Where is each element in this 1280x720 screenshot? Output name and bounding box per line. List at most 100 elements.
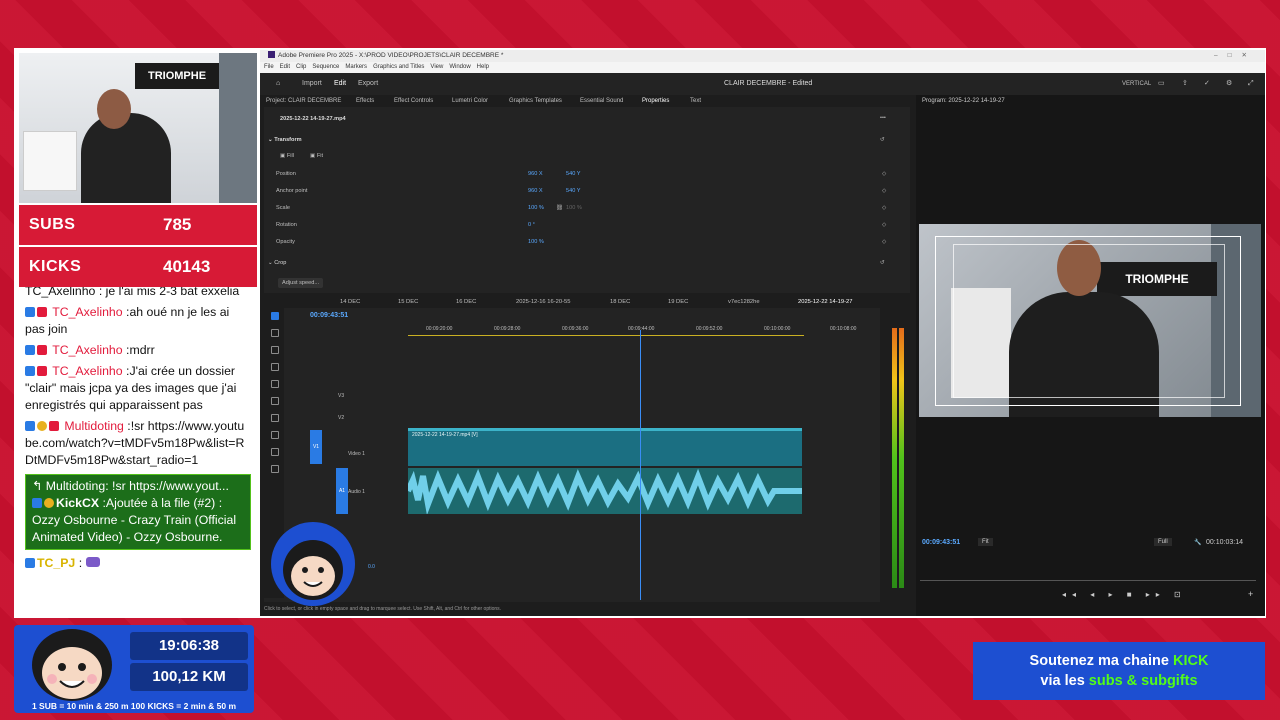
track-v1-target[interactable]: V1 — [310, 430, 322, 464]
settings-icon[interactable]: ⚙ — [1226, 73, 1232, 95]
seq-tab[interactable]: 14 DEC — [340, 296, 360, 308]
ripple-edit-icon[interactable] — [271, 346, 279, 354]
prop-anchor-label: Anchor point — [276, 188, 308, 194]
vertical-workspace[interactable]: VERTICAL — [1122, 73, 1151, 95]
tab-properties[interactable]: Properties — [642, 95, 669, 107]
zoom-select[interactable]: Fit — [978, 538, 993, 546]
slip-icon[interactable] — [271, 380, 279, 388]
menu-item-sequence[interactable]: Sequence — [312, 64, 339, 70]
tab-graphics-templates[interactable]: Graphics Templates — [509, 95, 562, 107]
playhead[interactable] — [640, 330, 641, 600]
link-icon[interactable]: ⛓ — [556, 205, 563, 211]
menu-item-help[interactable]: Help — [477, 64, 489, 70]
reset-icon[interactable]: ↺ — [880, 260, 885, 266]
more-icon[interactable]: ••• — [880, 115, 886, 121]
seq-tab[interactable]: 15 DEC — [398, 296, 418, 308]
seq-tab[interactable]: 18 DEC — [610, 296, 630, 308]
seq-tab[interactable]: 16 DEC — [456, 296, 476, 308]
position-y[interactable]: 540 Y — [566, 171, 581, 177]
import-tab[interactable]: Import — [302, 73, 322, 95]
tab-project[interactable]: Project: CLAIR DECEMBRE — [266, 95, 341, 107]
chat-panel: TC_Axelinho : je l'ai mis 2-3 bat exxeli… — [19, 287, 257, 613]
transform-header[interactable]: ⌄ Transform — [268, 137, 302, 143]
ruler-tick: 00:09:44:00 — [628, 326, 655, 332]
selection-tool-icon[interactable] — [271, 312, 279, 320]
seq-tab-active[interactable]: 2025-12-22 14-19-27 — [798, 296, 852, 308]
track-v3[interactable]: V3 — [338, 393, 344, 399]
timeline-timecode[interactable]: 00:09:43:51 — [310, 312, 348, 319]
anchor-y[interactable]: 540 Y — [566, 188, 581, 194]
crop-header[interactable]: ⌄ Crop — [268, 260, 286, 266]
adjust-speed-button[interactable]: Adjust speed... — [278, 278, 324, 288]
rectangle-icon[interactable] — [271, 414, 279, 422]
ruler-tick: 00:09:36:00 — [562, 326, 589, 332]
menu-item-view[interactable]: View — [430, 64, 443, 70]
tab-effect-controls[interactable]: Effect Controls — [394, 95, 433, 107]
premiere-window: Adobe Premiere Pro 2025 - X:\PROD VIDEO\… — [260, 50, 1265, 616]
track-v2[interactable]: V2 — [338, 415, 344, 421]
webcam-head — [97, 89, 131, 129]
tab-lumetri[interactable]: Lumetri Color — [452, 95, 488, 107]
fill-option[interactable]: ▣ Fill — [280, 153, 294, 159]
chat-user: TC_Axelinho — [52, 305, 123, 319]
home-icon[interactable]: ⌂ — [276, 73, 280, 95]
work-area-bar[interactable] — [408, 335, 804, 336]
webcam-shelf — [23, 131, 77, 191]
resolution-select[interactable]: Full — [1154, 538, 1172, 546]
anchor-x[interactable]: 960 X — [528, 188, 543, 194]
pen-icon[interactable] — [271, 397, 279, 405]
reset-icon[interactable]: ↺ — [880, 137, 885, 143]
seq-tab[interactable]: v7ec1282he — [728, 296, 760, 308]
type-icon[interactable] — [271, 448, 279, 456]
menu-item-edit[interactable]: Edit — [280, 64, 290, 70]
tab-text[interactable]: Text — [690, 95, 701, 107]
transport-controls[interactable]: ◂◂ ◂ ▸ ■ ▸▸ ⊡ — [1062, 590, 1187, 599]
track-a1-target[interactable]: A1 — [336, 468, 348, 514]
ruler-tick: 00:09:20:00 — [426, 326, 453, 332]
program-scrubber[interactable] — [920, 580, 1256, 581]
menu-item-markers[interactable]: Markers — [345, 64, 367, 70]
fullscreen-icon[interactable]: ⤢ — [1248, 73, 1254, 95]
fill-label: Fill — [286, 153, 294, 159]
panel-icon[interactable]: ▭ — [1158, 73, 1165, 95]
tab-essential-sound[interactable]: Essential Sound — [580, 95, 623, 107]
add-button-icon[interactable]: + — [1248, 589, 1253, 599]
rotation-value[interactable]: 0 ° — [528, 222, 535, 228]
export-tab[interactable]: Export — [358, 73, 378, 95]
seq-tab[interactable]: 2025-12-16 16-20-55 — [516, 296, 570, 308]
program-title[interactable]: Program: 2025-12-22 14-19-27 — [922, 98, 1005, 104]
audio-clip[interactable] — [408, 468, 802, 514]
keyframe-icon[interactable]: ◇ — [882, 222, 886, 228]
fit-option[interactable]: ▣ Fit — [310, 153, 323, 159]
master-volume[interactable]: 0.0 — [368, 564, 375, 570]
position-x[interactable]: 960 X — [528, 171, 543, 177]
keyframe-icon[interactable]: ◇ — [882, 205, 886, 211]
panel-tabs: Project: CLAIR DECEMBRE Effects Effect C… — [260, 95, 908, 107]
opacity-value[interactable]: 100 % — [528, 239, 544, 245]
menu-item-file[interactable]: File — [264, 64, 274, 70]
chat-message-cut: TC_Axelinho : je l'ai mis 2-3 bat exxeli… — [25, 287, 240, 298]
window-controls[interactable]: –□✕ — [1214, 50, 1257, 62]
track-audio1-name: Audio 1 — [348, 489, 365, 495]
menu-item-window[interactable]: Window — [449, 64, 470, 70]
razor-icon[interactable] — [271, 363, 279, 371]
program-timecode[interactable]: 00:09:43:51 — [922, 539, 960, 546]
keyframe-icon[interactable]: ◇ — [882, 188, 886, 194]
menu-item-clip[interactable]: Clip — [296, 64, 306, 70]
caption-icon[interactable] — [271, 465, 279, 473]
keyframe-icon[interactable]: ◇ — [882, 171, 886, 177]
seq-tab[interactable]: 19 DEC — [668, 296, 688, 308]
edit-tab[interactable]: Edit — [334, 73, 346, 95]
share-icon[interactable]: ⇪ — [1182, 73, 1188, 95]
keyframe-icon[interactable]: ◇ — [882, 239, 886, 245]
scale-value[interactable]: 100 % — [528, 205, 544, 211]
check-icon[interactable]: ✓ — [1204, 73, 1210, 95]
video-clip[interactable]: 2025-12-22 14-19-27.mp4 [V] — [408, 428, 802, 466]
menu-item-graphics-and-titles[interactable]: Graphics and Titles — [373, 64, 424, 70]
hand-icon[interactable] — [271, 431, 279, 439]
track-select-icon[interactable] — [271, 329, 279, 337]
wrench-icon[interactable]: 🔧 — [1194, 539, 1201, 546]
chat-highlight: ↰ Multidoting: !sr https://www.yout... K… — [25, 474, 251, 550]
program-video-frame[interactable]: TRIOMPHE — [919, 224, 1261, 417]
tab-effects[interactable]: Effects — [356, 95, 374, 107]
